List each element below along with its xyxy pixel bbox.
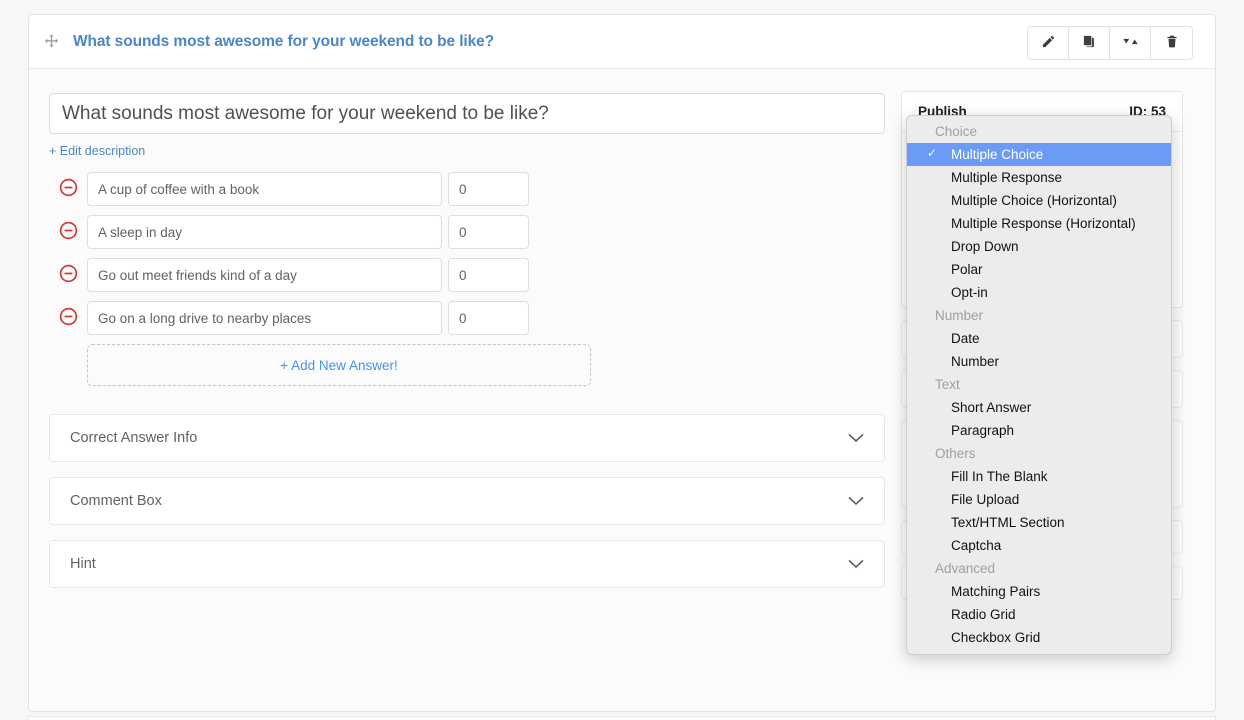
dropdown-item-label: Multiple Choice bbox=[951, 147, 1044, 162]
chevron-down-icon bbox=[848, 496, 864, 506]
answer-score-input[interactable] bbox=[448, 215, 529, 249]
answer-text-input[interactable] bbox=[87, 172, 442, 206]
dropdown-item-label: Radio Grid bbox=[951, 607, 1016, 622]
dropdown-item-captcha[interactable]: Captcha bbox=[907, 534, 1171, 557]
question-toolbar bbox=[1027, 26, 1193, 60]
edit-description-link[interactable]: + Edit description bbox=[49, 144, 145, 158]
question-editor-pane: + Edit description bbox=[29, 69, 901, 603]
section-comment-box[interactable]: Comment Box bbox=[49, 477, 885, 525]
dropdown-item-date[interactable]: Date bbox=[907, 327, 1171, 350]
answers-list bbox=[49, 172, 901, 335]
section-label: Correct Answer Info bbox=[70, 430, 198, 446]
dropdown-item-paragraph[interactable]: Paragraph bbox=[907, 419, 1171, 442]
question-title-input[interactable] bbox=[49, 93, 885, 134]
edit-button[interactable] bbox=[1028, 27, 1069, 59]
answer-text-input[interactable] bbox=[87, 215, 442, 249]
dropdown-item-label: Date bbox=[951, 331, 980, 346]
copy-icon bbox=[1082, 34, 1097, 52]
reorder-button[interactable] bbox=[1110, 27, 1151, 59]
trash-icon bbox=[1165, 34, 1179, 52]
question-sections: Correct Answer Info Comment Box Hint bbox=[49, 414, 901, 588]
dropdown-item-label: Multiple Response (Horizontal) bbox=[951, 216, 1136, 231]
dropdown-item-multiple-response[interactable]: Multiple Response bbox=[907, 166, 1171, 189]
dropdown-item-label: Text/HTML Section bbox=[951, 515, 1065, 530]
answer-score-input[interactable] bbox=[448, 301, 529, 335]
dropdown-item-text-html-section[interactable]: Text/HTML Section bbox=[907, 511, 1171, 534]
question-card: What sounds most awesome for your weeken… bbox=[28, 14, 1216, 712]
dropdown-item-polar[interactable]: Polar bbox=[907, 258, 1171, 281]
dropdown-item-radio-grid[interactable]: Radio Grid bbox=[907, 603, 1171, 626]
question-card-body: + Edit description bbox=[29, 69, 1215, 712]
dropdown-group-label: Text bbox=[935, 377, 960, 392]
section-hint[interactable]: Hint bbox=[49, 540, 885, 588]
answer-row bbox=[49, 215, 901, 249]
dropdown-item-multiple-choice-horizontal[interactable]: Multiple Choice (Horizontal) bbox=[907, 189, 1171, 212]
dropdown-group-label: Choice bbox=[935, 124, 978, 139]
remove-answer-button[interactable] bbox=[49, 220, 87, 244]
chevron-down-icon bbox=[848, 559, 864, 569]
section-label: Hint bbox=[70, 556, 96, 572]
dropdown-item-label: Short Answer bbox=[951, 400, 1032, 415]
dropdown-item-label: Fill In The Blank bbox=[951, 469, 1048, 484]
dropdown-item-matching-pairs[interactable]: Matching Pairs bbox=[907, 580, 1171, 603]
dropdown-item-label: Multiple Response bbox=[951, 170, 1063, 185]
dropdown-item-opt-in[interactable]: Opt-in bbox=[907, 281, 1171, 304]
settings-pane: Publish ID: 53 Choice ✓ Multiple Choice … bbox=[901, 69, 1197, 655]
dropdown-item-file-upload[interactable]: File Upload bbox=[907, 488, 1171, 511]
dropdown-item-label: Captcha bbox=[951, 538, 1002, 553]
chevron-down-icon bbox=[848, 433, 864, 443]
remove-answer-button[interactable] bbox=[49, 306, 87, 330]
answer-score-input[interactable] bbox=[448, 172, 529, 206]
section-label: Comment Box bbox=[70, 493, 162, 509]
answer-text-input[interactable] bbox=[87, 301, 442, 335]
dropdown-item-label: Opt-in bbox=[951, 285, 988, 300]
check-icon: ✓ bbox=[927, 146, 938, 160]
answer-row bbox=[49, 258, 901, 292]
dropdown-item-label: Checkbox Grid bbox=[951, 630, 1041, 645]
sort-arrows-icon bbox=[1122, 35, 1139, 51]
question-type-dropdown-menu[interactable]: Choice ✓ Multiple Choice Multiple Respon… bbox=[906, 115, 1172, 655]
dropdown-group-label: Advanced bbox=[935, 561, 996, 576]
dropdown-item-label: Drop Down bbox=[951, 239, 1019, 254]
minus-circle-icon bbox=[58, 263, 79, 287]
minus-circle-icon bbox=[58, 177, 79, 201]
remove-answer-button[interactable] bbox=[49, 177, 87, 201]
minus-circle-icon bbox=[58, 306, 79, 330]
dropdown-item-drop-down[interactable]: Drop Down bbox=[907, 235, 1171, 258]
minus-circle-icon bbox=[58, 220, 79, 244]
remove-answer-button[interactable] bbox=[49, 263, 87, 287]
delete-button[interactable] bbox=[1151, 27, 1192, 59]
dropdown-group-label: Others bbox=[935, 446, 976, 461]
answer-score-input[interactable] bbox=[448, 258, 529, 292]
dropdown-item-multiple-choice[interactable]: ✓ Multiple Choice bbox=[907, 143, 1171, 166]
dropdown-item-label: Number bbox=[951, 354, 1000, 369]
answer-row bbox=[49, 301, 901, 335]
duplicate-button[interactable] bbox=[1069, 27, 1110, 59]
dropdown-item-label: Polar bbox=[951, 262, 983, 277]
dropdown-item-label: Paragraph bbox=[951, 423, 1015, 438]
dropdown-item-label: File Upload bbox=[951, 492, 1020, 507]
dropdown-group-label: Number bbox=[935, 308, 984, 323]
dropdown-item-label: Multiple Choice (Horizontal) bbox=[951, 193, 1117, 208]
add-new-answer-button[interactable]: + Add New Answer! bbox=[87, 344, 591, 386]
dropdown-item-label: Matching Pairs bbox=[951, 584, 1041, 599]
next-card-peek bbox=[28, 716, 1216, 720]
move-arrows-icon[interactable] bbox=[29, 33, 73, 50]
dropdown-item-number[interactable]: Number bbox=[907, 350, 1171, 373]
question-card-header: What sounds most awesome for your weeken… bbox=[29, 15, 1215, 69]
dropdown-item-multiple-response-horizontal[interactable]: Multiple Response (Horizontal) bbox=[907, 212, 1171, 235]
dropdown-item-fill-in-the-blank[interactable]: Fill In The Blank bbox=[907, 465, 1171, 488]
answer-text-input[interactable] bbox=[87, 258, 442, 292]
question-header-title: What sounds most awesome for your weeken… bbox=[73, 32, 495, 50]
dropdown-item-checkbox-grid[interactable]: Checkbox Grid bbox=[907, 626, 1171, 649]
dropdown-item-short-answer[interactable]: Short Answer bbox=[907, 396, 1171, 419]
section-correct-answer-info[interactable]: Correct Answer Info bbox=[49, 414, 885, 462]
pencil-icon bbox=[1041, 34, 1056, 52]
answer-row bbox=[49, 172, 901, 206]
